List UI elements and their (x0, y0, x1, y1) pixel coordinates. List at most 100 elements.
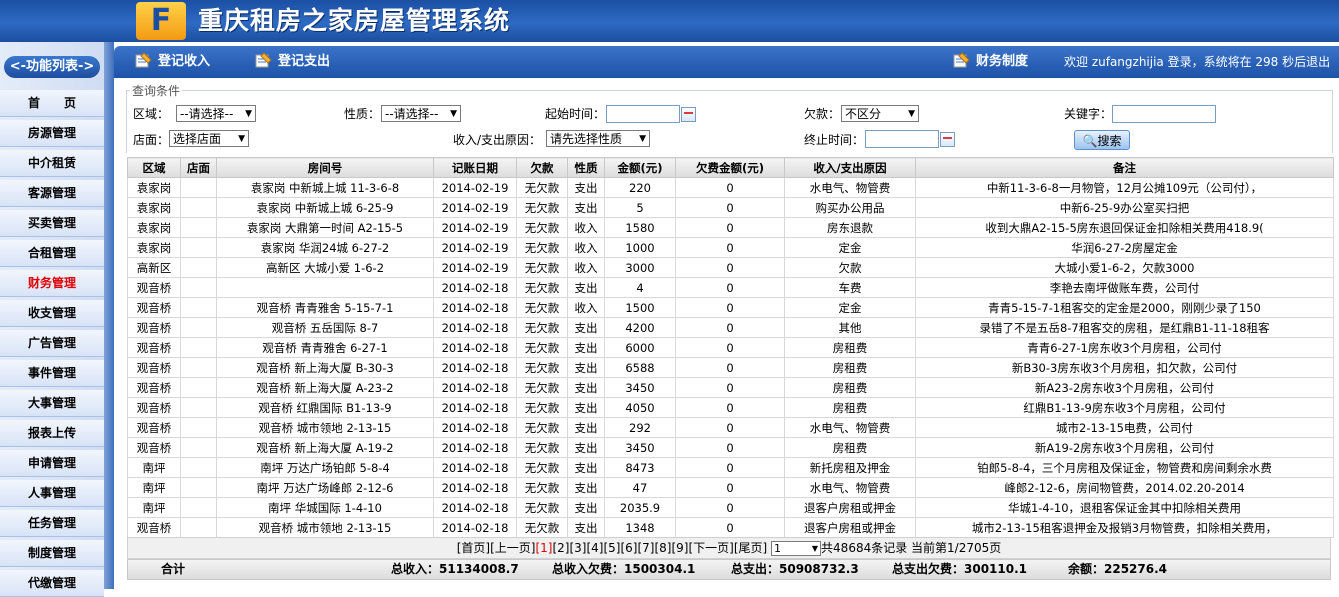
table-cell: 袁家岗 (127, 177, 181, 198)
table-row[interactable]: 观音桥 2014-02-18 无欠款 支出 4 0 车费 李艳去南坪做账车费，公司付 (127, 277, 1334, 298)
table-row[interactable]: 观音桥 观音桥 新上海大厦 B-30-3 2014-02-18 无欠款 支出 6588 0 房… (127, 357, 1334, 378)
balance: 余额：225276.4 (1068, 562, 1168, 576)
sidebar-item[interactable]: 房源管理 (0, 120, 104, 147)
table-cell: 收入 (567, 237, 605, 258)
table-cell: 收入 (567, 217, 605, 238)
table-row[interactable]: 袁家岗 袁家岗 中新城上城 11-3-6-8 2014-02-19 无欠款 支出 220 0… (127, 177, 1334, 198)
sidebar-item[interactable]: 代缴管理 (0, 570, 104, 597)
next-page-link[interactable]: [下一页] (688, 541, 733, 555)
table-cell: 观音桥 青青雅舍 6-27-1 (216, 337, 434, 358)
table-row[interactable]: 观音桥 观音桥 新上海大厦 A-23-2 2014-02-18 无欠款 支出 3450 0 房… (127, 377, 1334, 398)
last-page-link[interactable]: [尾页] (734, 541, 767, 555)
table-cell (180, 417, 217, 438)
table-cell: 47 (604, 477, 676, 498)
sidebar-item[interactable]: 申请管理 (0, 450, 104, 477)
table-row[interactable]: 观音桥 观音桥 五岳国际 8-7 2014-02-18 无欠款 支出 4200 0 其他 录错了… (127, 317, 1334, 338)
sidebar-item[interactable]: 买卖管理 (0, 210, 104, 237)
calendar-icon[interactable] (940, 132, 955, 147)
calendar-icon[interactable] (681, 107, 696, 122)
table-cell (180, 517, 217, 538)
page-link[interactable]: [5] (603, 541, 620, 555)
table-cell: 观音桥 (127, 357, 181, 378)
table-cell: 华城1-4-10，退租客保证金其中扣除相关费用 (915, 497, 1334, 518)
table-cell: 高新区 (127, 257, 181, 278)
table-cell: 观音桥 城市领地 2-13-15 (216, 417, 434, 438)
table-row[interactable]: 南坪 南坪 万达广场铂郎 5-8-4 2014-02-18 无欠款 支出 8473 0 新托房… (127, 457, 1334, 478)
nature-select[interactable]: --请选择-- (381, 105, 461, 123)
table-row[interactable]: 袁家岗 袁家岗 华润24城 6-27-2 2014-02-19 无欠款 收入 1000 0 定… (127, 237, 1334, 258)
table-row[interactable]: 观音桥 观音桥 青青雅舍 5-15-7-1 2014-02-18 无欠款 收入 1500 0… (127, 297, 1334, 318)
table-row[interactable]: 高新区 高新区 大城小爱 1-6-2 2014-02-19 无欠款 收入 3000 0 欠款大… (127, 257, 1334, 278)
sidebar-item[interactable]: 事件管理 (0, 360, 104, 387)
register-income-button[interactable]: 登记收入 (134, 46, 210, 78)
sidebar-item[interactable]: 报表上传 (0, 420, 104, 447)
sidebar-item[interactable]: 收支管理 (0, 300, 104, 327)
table-row[interactable]: 观音桥 观音桥 新上海大厦 A-19-2 2014-02-18 无欠款 支出 3450 0 房… (127, 437, 1334, 458)
first-page-link[interactable]: [首页] (457, 541, 490, 555)
store-select[interactable]: 选择店面 (169, 130, 249, 148)
table-cell: 袁家岗 大鼎第一时间 A2-15-5 (216, 217, 434, 238)
table-cell (180, 437, 217, 458)
sidebar-item[interactable]: 广告管理 (0, 330, 104, 357)
sidebar-item[interactable]: 大事管理 (0, 390, 104, 417)
page-link[interactable]: [6] (620, 541, 637, 555)
reason-select[interactable]: 请先选择性质 (546, 130, 650, 148)
register-expense-button[interactable]: 登记支出 (254, 46, 330, 78)
page-links: [2][3][4][5][6][7][8][9] (552, 541, 688, 555)
table-cell (180, 317, 217, 338)
table-row[interactable]: 南坪 南坪 华城国际 1-4-10 2014-02-18 无欠款 支出 2035.9 0 退客… (127, 497, 1334, 518)
total-income-debt: 总收入欠费：1500304.1 (552, 562, 696, 576)
table-cell: 房租费 (784, 437, 916, 458)
table-cell: 袁家岗 华润24城 6-27-2 (216, 237, 434, 258)
table-row[interactable]: 南坪 南坪 万达广场峰郎 2-12-6 2014-02-18 无欠款 支出 47 0 水电气、… (127, 477, 1334, 498)
page-select[interactable]: 1 (771, 541, 822, 556)
sidebar-item[interactable]: 财务管理 (0, 270, 104, 297)
table-cell: 房租费 (784, 397, 916, 418)
column-header: 收入/支出原因 (784, 157, 916, 178)
table-cell: 0 (675, 217, 785, 238)
table-row[interactable]: 观音桥 观音桥 青青雅舍 6-27-1 2014-02-18 无欠款 支出 6000 0 房租… (127, 337, 1334, 358)
column-header: 房间号 (216, 157, 434, 178)
region-select[interactable]: --请选择-- (176, 105, 256, 123)
table-cell: 2014-02-18 (433, 357, 517, 378)
column-header: 区域 (127, 157, 181, 178)
page-link[interactable]: [3] (569, 541, 586, 555)
table-cell: 2014-02-19 (433, 237, 517, 258)
page-link[interactable]: [7] (637, 541, 654, 555)
table-cell (180, 197, 217, 218)
table-cell: 无欠款 (516, 377, 568, 398)
page-link[interactable]: [4] (586, 541, 603, 555)
table-cell: 无欠款 (516, 457, 568, 478)
keyword-input[interactable] (1112, 105, 1216, 123)
table-row[interactable]: 袁家岗 袁家岗 中新城上城 6-25-9 2014-02-19 无欠款 支出 5 0 购买办公… (127, 197, 1334, 218)
sidebar-item[interactable]: 首 页 (0, 90, 104, 117)
page-link[interactable]: [2] (552, 541, 569, 555)
sidebar-item[interactable]: 客源管理 (0, 180, 104, 207)
table-cell: 观音桥 城市领地 2-13-15 (216, 517, 434, 538)
sidebar-item[interactable]: 任务管理 (0, 510, 104, 537)
end-time-input[interactable] (865, 130, 939, 148)
table-cell: 袁家岗 中新城上城 6-25-9 (216, 197, 434, 218)
search-button[interactable]: 🔍搜索 (1074, 130, 1130, 150)
sidebar-item[interactable]: 合租管理 (0, 240, 104, 267)
table-cell: 0 (675, 517, 785, 538)
start-time-input[interactable] (606, 105, 680, 123)
table-row[interactable]: 观音桥 观音桥 红鼎国际 B1-13-9 2014-02-18 无欠款 支出 4050 0 房… (127, 397, 1334, 418)
sidebar-item[interactable]: 中介租赁 (0, 150, 104, 177)
function-list-header[interactable]: <-功能列表-> (4, 56, 100, 78)
table-row[interactable]: 观音桥 观音桥 城市领地 2-13-15 2014-02-18 无欠款 支出 1348 0 退… (127, 517, 1334, 538)
table-cell: 房东退款 (784, 217, 916, 238)
page-link[interactable]: [9] (671, 541, 688, 555)
prev-page-link[interactable]: [上一页] (490, 541, 535, 555)
column-header: 欠款 (516, 157, 568, 178)
table-row[interactable]: 袁家岗 袁家岗 大鼎第一时间 A2-15-5 2014-02-19 无欠款 收入 1580… (127, 217, 1334, 238)
table-cell: 2014-02-18 (433, 477, 517, 498)
sidebar-item[interactable]: 制度管理 (0, 540, 104, 567)
page-link[interactable]: [8] (654, 541, 671, 555)
finance-rules-button[interactable]: 财务制度 (952, 46, 1028, 78)
table-cell: 录错了不是五岳8-7租客交的房租，是红鼎B1-11-18租客 (915, 317, 1334, 338)
sidebar-item[interactable]: 人事管理 (0, 480, 104, 507)
table-row[interactable]: 观音桥 观音桥 城市领地 2-13-15 2014-02-18 无欠款 支出 292 0 水电… (127, 417, 1334, 438)
table-cell: 2014-02-18 (433, 317, 517, 338)
debt-select[interactable]: 不区分 (841, 105, 919, 123)
